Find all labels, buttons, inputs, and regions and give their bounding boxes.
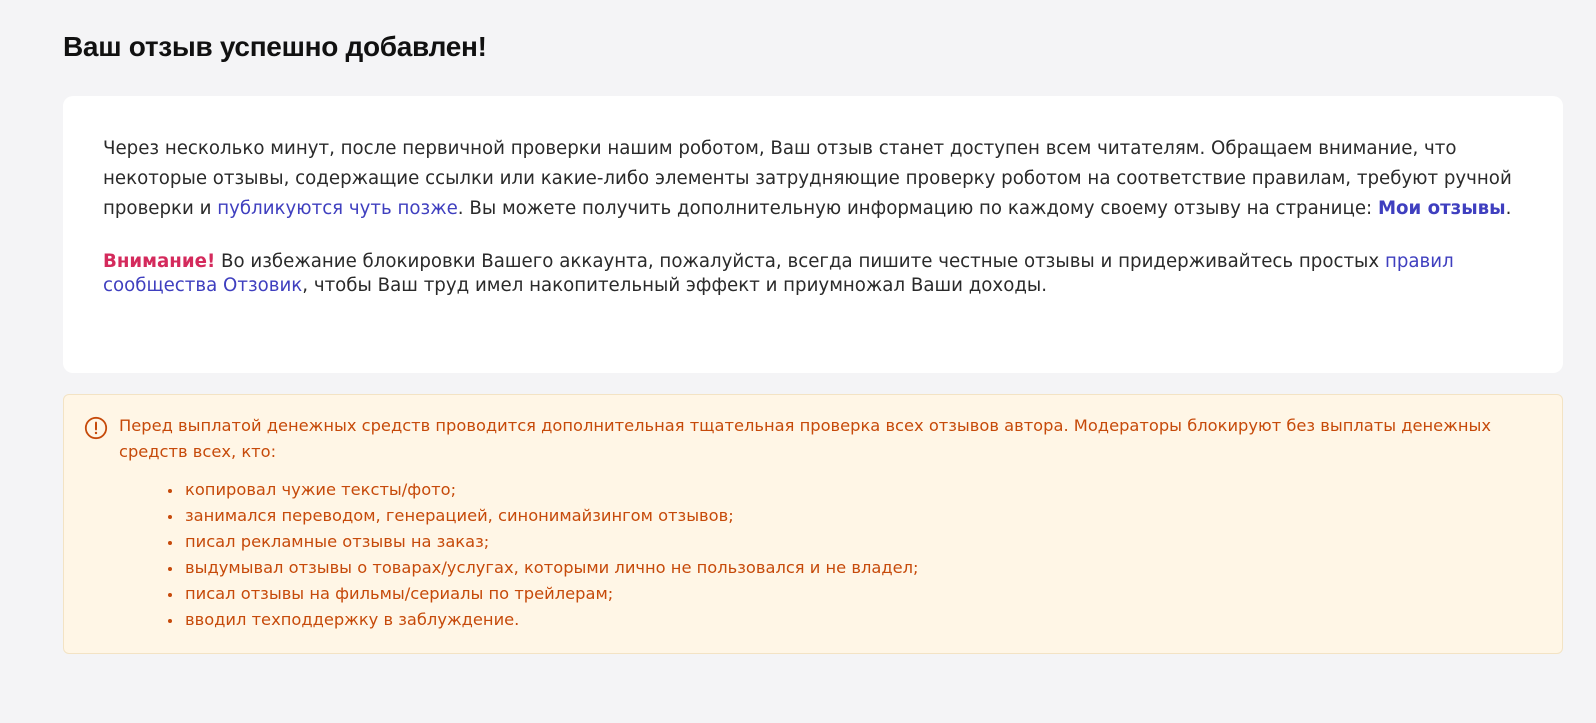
published-later-link[interactable]: публикуются чуть позже [217, 198, 458, 219]
info-paragraph: Через несколько минут, после первичной п… [103, 134, 1523, 224]
notice-list: копировал чужие тексты/фото; занимался п… [166, 477, 919, 633]
warning-paragraph: Внимание! Во избежание блокировки Вашего… [103, 250, 1523, 298]
page-title: Ваш отзыв успешно добавлен! [63, 31, 487, 62]
warning-text-end: , чтобы Ваш труд имел накопительный эффе… [302, 275, 1048, 296]
notice-list-item: занимался переводом, генерацией, синоним… [183, 503, 919, 529]
notice-list-item: вводил техподдержку в заблуждение. [183, 607, 919, 633]
warning-label: Внимание! [103, 251, 216, 272]
notice-list-item: писал отзывы на фильмы/сериалы по трейле… [183, 581, 919, 607]
info-text-part3: . [1505, 198, 1512, 219]
payout-notice: Перед выплатой денежных средств проводит… [63, 394, 1563, 654]
notice-list-item: писал рекламные отзывы на заказ; [183, 529, 919, 555]
info-card: Через несколько минут, после первичной п… [63, 96, 1563, 373]
info-text-part2: . Вы можете получить дополнительную инфо… [457, 198, 1378, 219]
notice-list-item: выдумывал отзывы о товарах/услугах, кото… [183, 555, 919, 581]
notice-list-item: копировал чужие тексты/фото; [183, 477, 919, 503]
exclamation-circle-icon [84, 416, 108, 440]
my-reviews-link[interactable]: Мои отзывы [1378, 198, 1506, 219]
notice-text: Перед выплатой денежных средств проводит… [119, 416, 1491, 461]
warning-text: Во избежание блокировки Вашего аккаунта,… [215, 251, 1385, 272]
